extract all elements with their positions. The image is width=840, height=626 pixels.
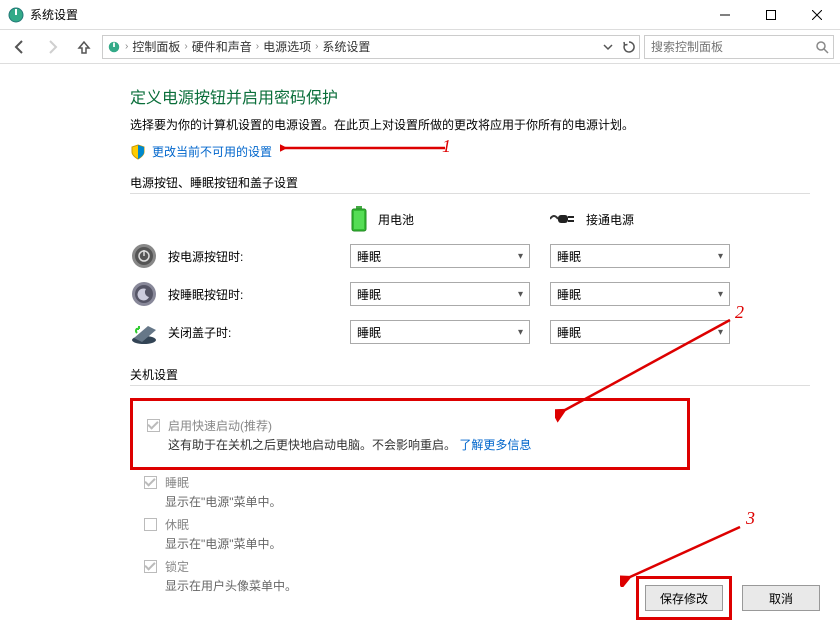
fast-startup-sub: 这有助于在关机之后更快地启动电脑。不会影响重启。 了解更多信息 [168,436,673,453]
hibernate-sub: 显示在"电源"菜单中。 [165,535,810,552]
chevron-down-icon: ▾ [718,251,723,262]
lid-ac-dropdown[interactable]: 睡眠▾ [550,320,730,344]
power-button-ac-dropdown[interactable]: 睡眠▾ [550,244,730,268]
change-unavailable-settings-link[interactable]: 更改当前不可用的设置 [130,143,810,160]
search-input[interactable] [649,39,815,55]
section-shutdown-title: 关机设置 [130,366,810,383]
power-button-icon [130,242,158,270]
divider [130,193,810,194]
row-label-text: 按睡眠按钮时: [168,286,243,303]
row-power-button: 按电源按钮时: [130,242,330,270]
column-header-ac: 接通电源 [550,211,730,228]
power-options-icon [8,7,24,23]
page-description: 选择要为你的计算机设置的电源设置。在此页上对设置所做的更改将应用于你所有的电源计… [130,116,810,133]
hibernate-checkbox-row[interactable]: 休眠 [144,516,810,533]
save-button-highlight: 保存修改 [636,576,732,620]
address-bar[interactable]: › 控制面板 › 硬件和声音 › 电源选项 › 系统设置 [102,35,640,59]
power-button-battery-dropdown[interactable]: 睡眠▾ [350,244,530,268]
navbar: › 控制面板 › 硬件和声音 › 电源选项 › 系统设置 [0,30,840,64]
learn-more-link[interactable]: 了解更多信息 [459,438,531,452]
chevron-down-icon: ▾ [518,327,523,338]
sleep-sub: 显示在"电源"菜单中。 [165,493,810,510]
search-box[interactable] [644,35,834,59]
content-area: 定义电源按钮并启用密码保护 选择要为你的计算机设置的电源设置。在此页上对设置所做… [0,64,840,610]
checkbox-icon [144,476,157,489]
lid-battery-dropdown[interactable]: 睡眠▾ [350,320,530,344]
chevron-down-icon: ▾ [718,327,723,338]
col-ac-label: 接通电源 [586,211,634,228]
row-label-text: 关闭盖子时: [168,324,231,341]
address-dropdown-icon[interactable] [603,42,613,52]
sleep-button-ac-dropdown[interactable]: 睡眠▾ [550,282,730,306]
save-button[interactable]: 保存修改 [645,585,723,611]
close-button[interactable] [794,0,840,30]
breadcrumb-item[interactable]: 硬件和声音 [192,38,252,55]
footer-buttons: 保存修改 取消 [636,576,820,620]
battery-icon [350,206,368,232]
up-button[interactable] [70,34,98,60]
lock-checkbox-row[interactable]: 锁定 [144,558,810,575]
minimize-button[interactable] [702,0,748,30]
breadcrumb-item[interactable]: 控制面板 [132,38,180,55]
row-sleep-button: 按睡眠按钮时: [130,280,330,308]
window-title: 系统设置 [30,6,78,23]
checkbox-icon [144,560,157,573]
divider [130,385,810,386]
section-buttons-title: 电源按钮、睡眠按钮和盖子设置 [130,174,810,191]
sleep-button-battery-dropdown[interactable]: 睡眠▾ [350,282,530,306]
col-battery-label: 用电池 [378,211,414,228]
checkbox-icon [144,518,157,531]
sleep-label: 睡眠 [165,474,189,491]
row-label-text: 按电源按钮时: [168,248,243,265]
power-options-icon [107,40,121,54]
sleep-button-icon [130,280,158,308]
lock-label: 锁定 [165,558,189,575]
search-icon [815,40,829,54]
cancel-button[interactable]: 取消 [742,585,820,611]
page-title: 定义电源按钮并启用密码保护 [130,84,810,108]
sleep-checkbox-row[interactable]: 睡眠 [144,474,810,491]
refresh-icon[interactable] [623,41,635,53]
maximize-button[interactable] [748,0,794,30]
chevron-down-icon: ▾ [718,289,723,300]
shield-icon [130,144,146,160]
back-button[interactable] [6,34,34,60]
chevron-down-icon: ▾ [518,251,523,262]
hibernate-label: 休眠 [165,516,189,533]
change-settings-link-text: 更改当前不可用的设置 [152,143,272,160]
breadcrumb-item[interactable]: 电源选项 [263,38,311,55]
fast-startup-label: 启用快速启动(推荐) [168,417,272,434]
power-settings-grid: 用电池 接通电源 按电源按钮时: 睡眠▾ 睡眠▾ [130,206,810,346]
row-lid-close: 关闭盖子时: [130,318,330,346]
titlebar: 系统设置 [0,0,840,30]
checkbox-icon [147,419,160,432]
forward-button[interactable] [38,34,66,60]
lid-icon [130,318,158,346]
chevron-down-icon: ▾ [518,289,523,300]
plug-icon [550,211,576,227]
fast-startup-checkbox-row[interactable]: 启用快速启动(推荐) [147,417,673,434]
fast-startup-highlight-box: 启用快速启动(推荐) 这有助于在关机之后更快地启动电脑。不会影响重启。 了解更多… [130,398,690,470]
breadcrumb-item[interactable]: 系统设置 [322,38,370,55]
column-header-battery: 用电池 [350,206,530,232]
